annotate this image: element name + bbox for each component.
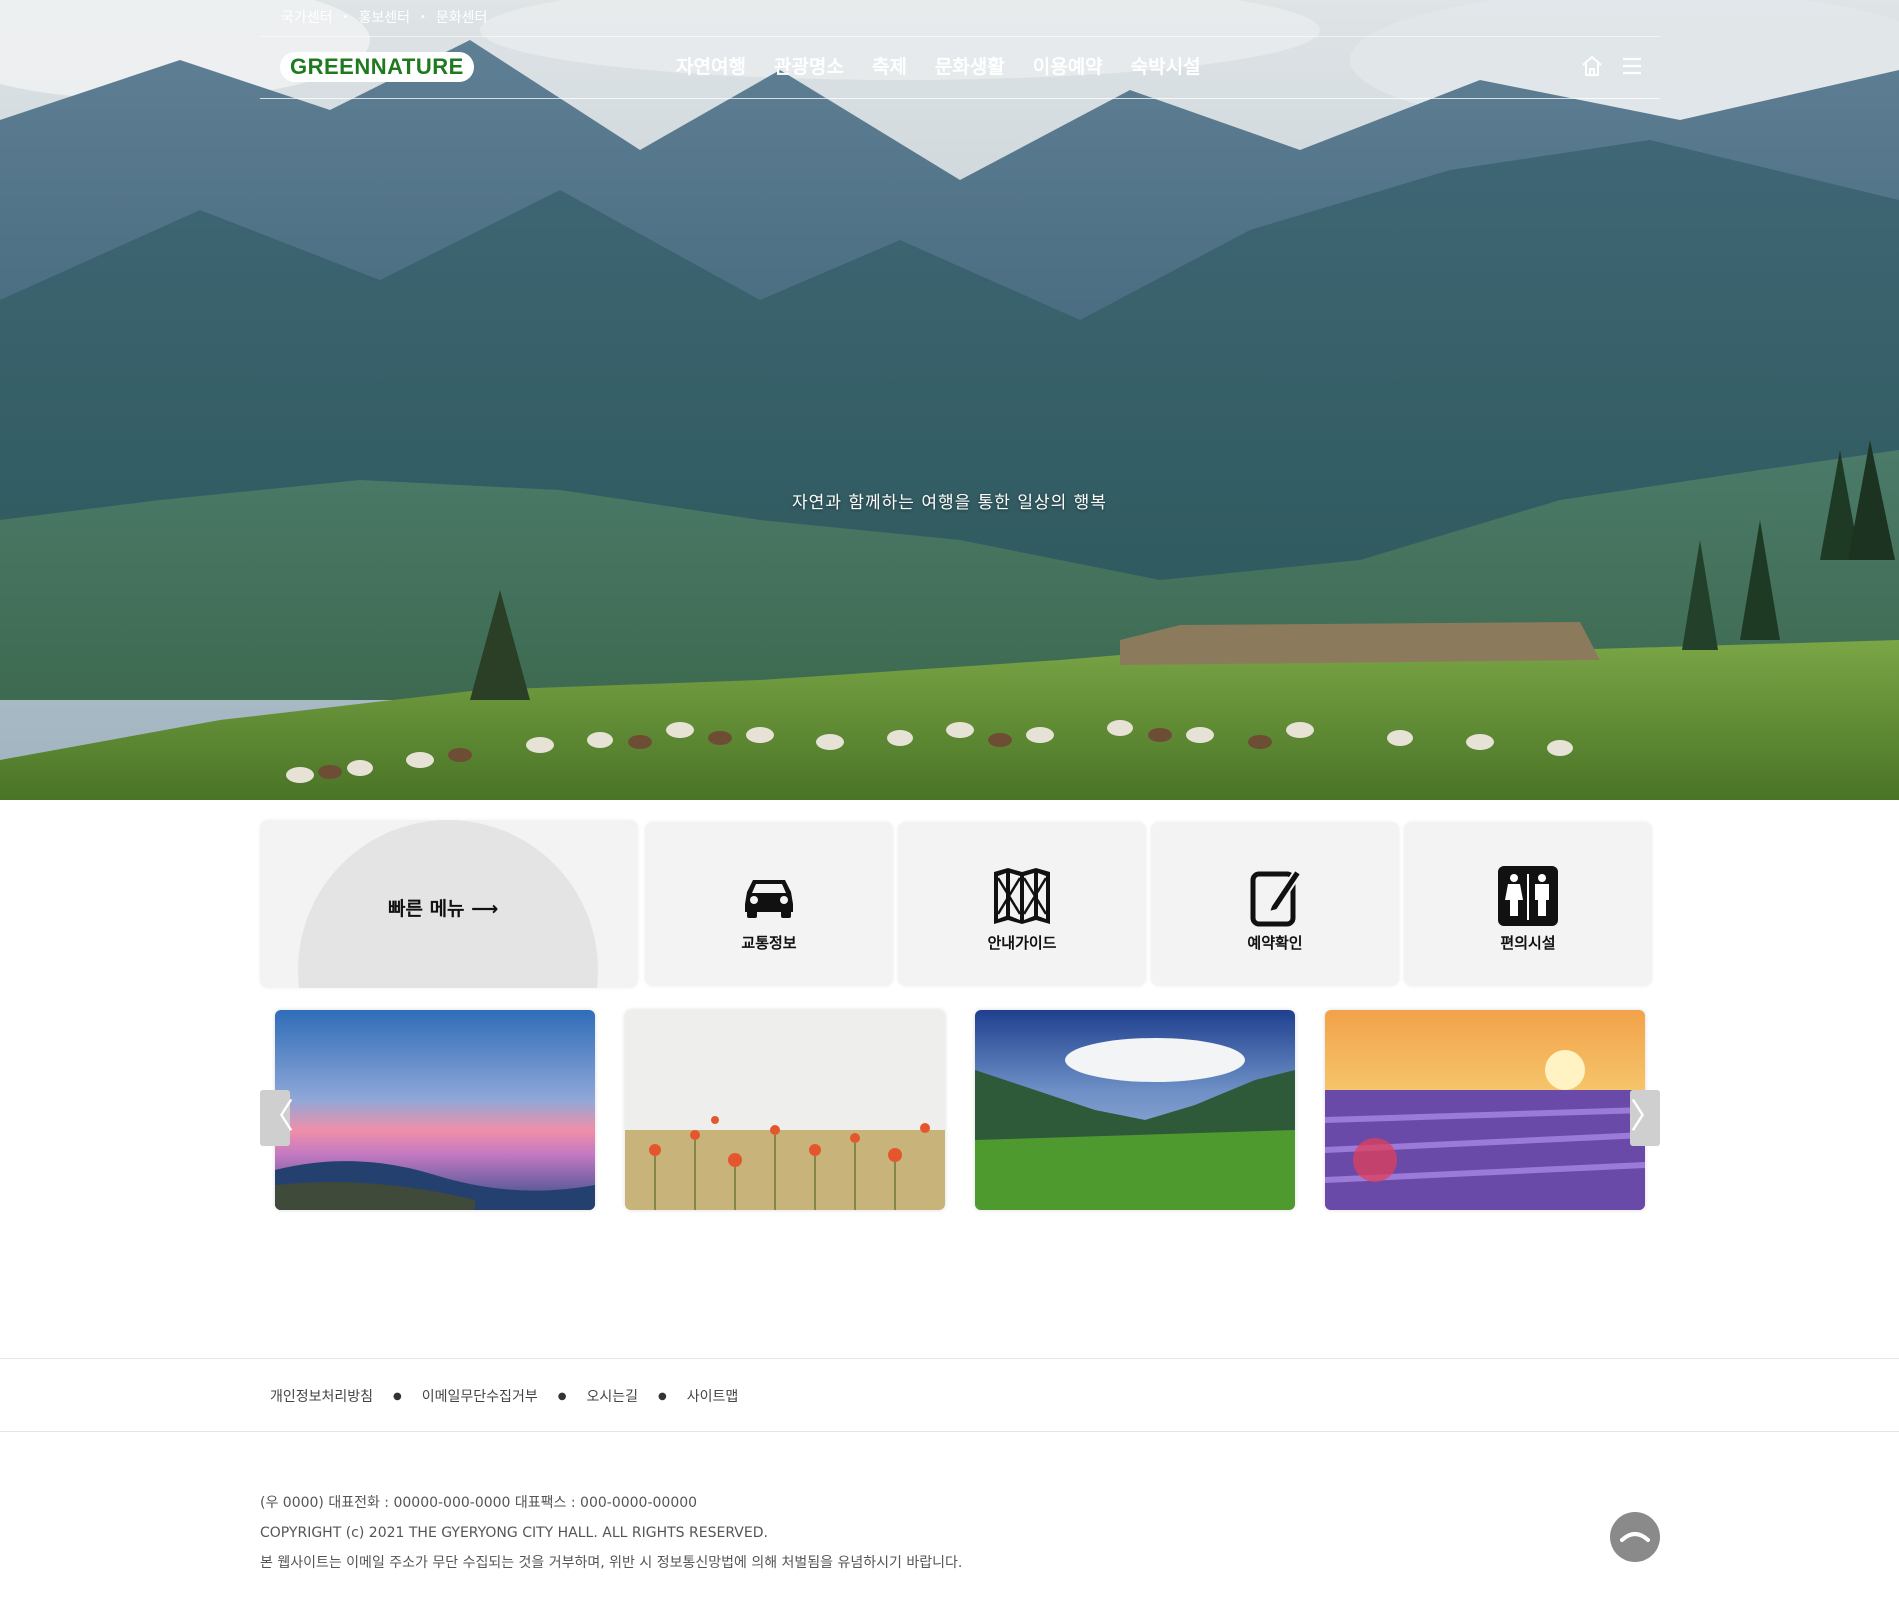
quick-item-label: 안내가이드 xyxy=(987,934,1057,952)
back-to-top-button[interactable] xyxy=(1610,1512,1660,1562)
utility-bar: 국가센터 • 홍보센터 • 문화센터 xyxy=(260,0,1660,37)
hamburger-menu-icon[interactable] xyxy=(1620,54,1644,78)
footer-links-bar: 개인정보처리방침 ● 이메일무단수집거부 ● 오시는길 ● 사이트맵 xyxy=(0,1358,1899,1432)
footer-info: (우 0000) 대표전화 : 00000-000-0000 대표팩스 : 00… xyxy=(260,1488,962,1578)
quick-item-label: 편의시설 xyxy=(1500,934,1556,952)
quick-item-guide[interactable]: 안내가이드 xyxy=(898,822,1146,986)
nav-item-festivals[interactable]: 축제 xyxy=(872,52,907,82)
hero-slogan: 자연과 함께하는 여행을 통한 일상의 행복 xyxy=(792,493,1107,513)
utility-link-culture-center[interactable]: 문화센터 xyxy=(436,7,488,27)
utility-link-pr-center[interactable]: 홍보센터 xyxy=(358,7,410,27)
map-icon xyxy=(990,864,1054,928)
footer-link-separator: ● xyxy=(557,1390,567,1402)
nav-item-lodging[interactable]: 숙박시설 xyxy=(1131,52,1201,82)
hero-banner: 국가센터 • 홍보센터 • 문화센터 GREENNATURE 자연여행 관광명소… xyxy=(0,0,1899,800)
utility-separator: • xyxy=(342,11,349,23)
site-logo[interactable]: GREENNATURE xyxy=(280,52,474,82)
quick-item-reservation-check[interactable]: 예약확인 xyxy=(1151,822,1399,986)
poppy-field-photo[interactable] xyxy=(625,1010,945,1210)
nav-item-culture[interactable]: 문화생활 xyxy=(935,52,1005,82)
nav-item-attractions[interactable]: 관광명소 xyxy=(774,52,844,82)
quick-menu-title-card: 빠른 메뉴 ⟶ xyxy=(260,820,638,988)
footer-email-notice: 본 웹사이트는 이메일 주소가 무단 수집되는 것을 거부하며, 위반 시 정보… xyxy=(260,1555,963,1571)
nav-item-reservation[interactable]: 이용예약 xyxy=(1033,52,1103,82)
footer-link-separator: ● xyxy=(657,1390,667,1402)
footer-link-privacy[interactable]: 개인정보처리방침 xyxy=(270,1386,373,1406)
chevron-up-icon xyxy=(1620,1532,1650,1542)
gallery-prev-button[interactable]: 〈 xyxy=(260,1090,294,1146)
footer-link-directions[interactable]: 오시는길 xyxy=(586,1386,638,1406)
footer-link-email-policy[interactable]: 이메일무단수집거부 xyxy=(422,1386,538,1406)
quick-menu-title: 빠른 메뉴 ⟶ xyxy=(388,898,499,920)
quick-item-label: 예약확인 xyxy=(1247,934,1303,952)
main-nav: 자연여행 관광명소 축제 문화생활 이용예약 숙박시설 xyxy=(676,52,1229,82)
main-navbar: GREENNATURE 자연여행 관광명소 축제 문화생활 이용예약 숙박시설 xyxy=(260,36,1660,99)
quick-item-label: 교통정보 xyxy=(741,934,797,952)
edit-note-icon xyxy=(1243,864,1307,928)
gallery-next-button[interactable]: 〉 xyxy=(1630,1090,1664,1146)
nav-icons xyxy=(1580,54,1644,78)
nav-item-nature-travel[interactable]: 자연여행 xyxy=(676,52,746,82)
utility-link-national-center[interactable]: 국가센터 xyxy=(281,7,333,27)
lavender-field-photo[interactable] xyxy=(1325,1010,1645,1210)
quick-item-facilities[interactable]: 편의시설 xyxy=(1404,822,1652,986)
quick-menu: 빠른 메뉴 ⟶ 교통정보 안내가이드 예약확인 편의시설 xyxy=(260,820,1655,988)
utility-links: 국가센터 • 홍보센터 • 문화센터 xyxy=(281,7,487,27)
mountain-valley-photo[interactable] xyxy=(975,1010,1295,1210)
footer-link-separator: ● xyxy=(393,1390,402,1402)
restroom-icon xyxy=(1496,864,1560,928)
car-icon xyxy=(737,864,801,928)
footer-links: 개인정보처리방침 ● 이메일무단수집거부 ● 오시는길 ● 사이트맵 xyxy=(270,1386,738,1406)
utility-separator: • xyxy=(419,11,426,23)
footer-copyright: COPYRIGHT (c) 2021 THE GYERYONG CITY HAL… xyxy=(260,1525,768,1541)
footer-link-sitemap[interactable]: 사이트맵 xyxy=(687,1386,739,1406)
footer-contact: (우 0000) 대표전화 : 00000-000-0000 대표팩스 : 00… xyxy=(260,1495,698,1511)
photo-gallery: 〈 〉 xyxy=(260,1010,1664,1210)
home-icon[interactable] xyxy=(1580,54,1604,78)
mountain-landscape-image xyxy=(0,0,1899,800)
quick-item-traffic-info[interactable]: 교통정보 xyxy=(645,822,893,986)
sunset-sea-photo[interactable] xyxy=(275,1010,595,1210)
